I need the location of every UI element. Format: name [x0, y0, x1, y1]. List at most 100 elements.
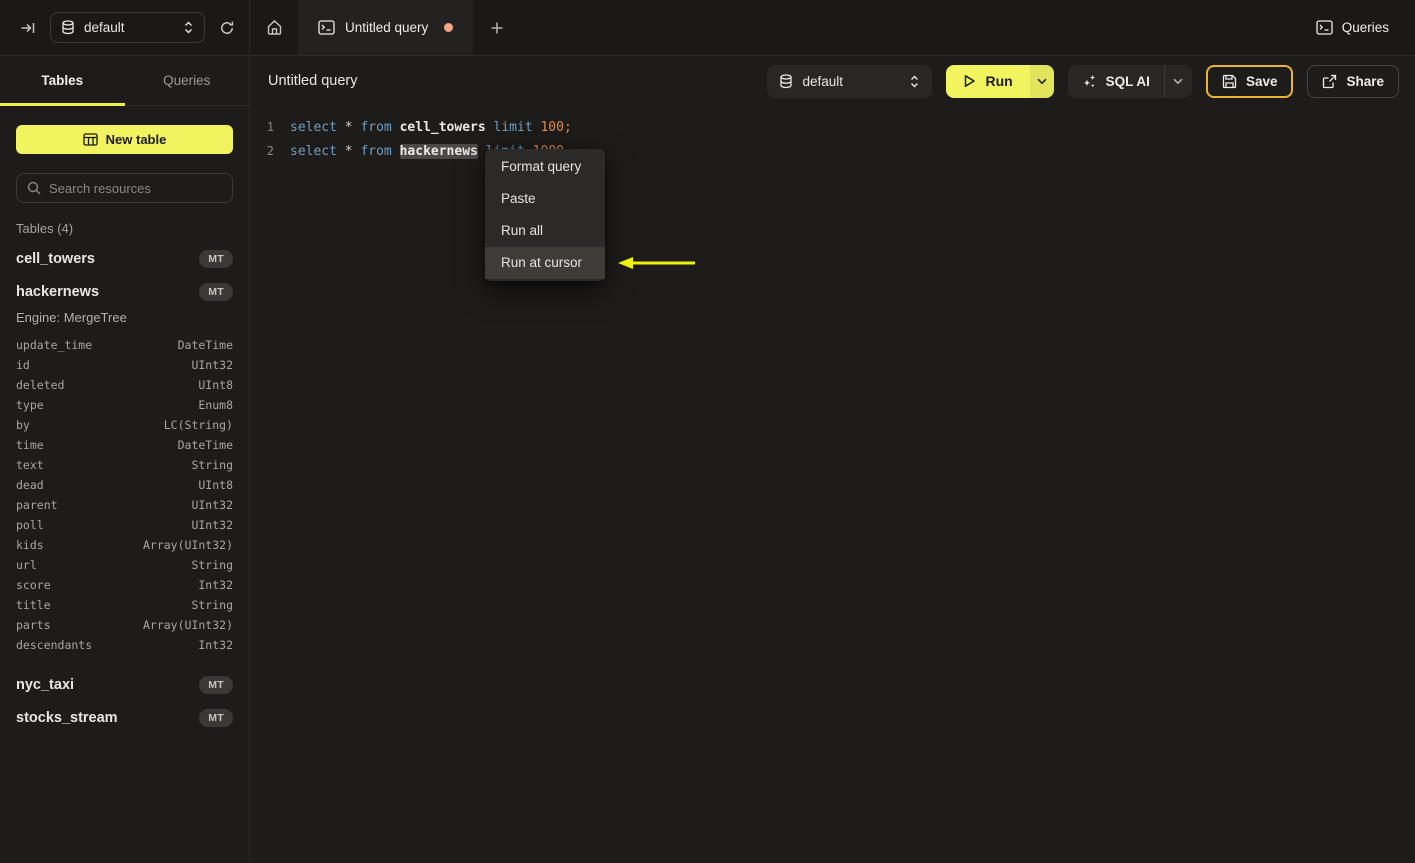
- engine-badge: MT: [199, 282, 233, 301]
- home-button[interactable]: [250, 0, 298, 55]
- queries-button[interactable]: Queries: [1316, 20, 1389, 35]
- menu-item-run-at-cursor[interactable]: Run at cursor: [485, 247, 605, 279]
- column-name: parent: [16, 498, 58, 512]
- column-row: time DateTime: [16, 435, 233, 455]
- database-selector-top-value: default: [84, 20, 125, 35]
- run-button[interactable]: Run: [946, 64, 1030, 98]
- code-token: limit: [485, 119, 541, 135]
- save-icon: [1222, 74, 1237, 89]
- sql-ai-options-button[interactable]: [1163, 64, 1192, 98]
- table-row[interactable]: cell_towers MT: [16, 242, 233, 275]
- menu-item-paste[interactable]: Paste: [485, 183, 605, 215]
- column-name: title: [16, 598, 51, 612]
- tables-panel: Tables (4) cell_towers MT hackernews MT Engi…: [0, 203, 249, 734]
- sidebar-tab-tables-label: Tables: [41, 73, 84, 88]
- column-type: Enum8: [198, 398, 233, 412]
- table-name: nyc_taxi: [16, 676, 75, 693]
- updown-chevron-icon: [909, 75, 920, 88]
- column-type: Int32: [198, 638, 233, 652]
- menu-item-format-query[interactable]: Format query: [485, 151, 605, 183]
- tab-untitled-query[interactable]: Untitled query: [298, 0, 474, 55]
- column-row: poll UInt32: [16, 515, 233, 535]
- collapse-sidebar-button[interactable]: [20, 20, 36, 36]
- column-row: type Enum8: [16, 395, 233, 415]
- table-row[interactable]: nyc_taxi MT: [16, 668, 233, 701]
- code-token: from: [360, 143, 400, 159]
- code-token: hackernews: [399, 143, 478, 159]
- code-text: select * from cell_towers limit 100;: [290, 120, 572, 135]
- code-token: *: [344, 143, 361, 159]
- column-name: parts: [16, 618, 51, 632]
- refresh-button[interactable]: [219, 20, 235, 36]
- run-options-button[interactable]: [1029, 64, 1054, 98]
- code-line[interactable]: 1 select * from cell_towers limit 100;: [250, 115, 1415, 139]
- code-token: cell_towers: [399, 119, 486, 135]
- column-type: UInt8: [198, 478, 233, 492]
- sql-ai-split-button: SQL AI: [1067, 64, 1192, 98]
- sidebar-tabs: Tables Queries: [0, 56, 249, 106]
- share-icon: [1322, 74, 1337, 89]
- new-table-button[interactable]: New table: [16, 125, 233, 154]
- sql-editor[interactable]: 1 select * from cell_towers limit 100; 2 se…: [250, 106, 1415, 163]
- sidebar-tab-queries[interactable]: Queries: [125, 56, 250, 105]
- column-type: DateTime: [177, 338, 233, 352]
- database-icon: [61, 20, 75, 35]
- menu-item-run-all[interactable]: Run all: [485, 215, 605, 247]
- new-table-button-label: New table: [105, 132, 167, 147]
- context-menu: Format query Paste Run all Run at cursor: [485, 149, 605, 281]
- column-type: String: [191, 598, 233, 612]
- save-button[interactable]: Save: [1205, 64, 1294, 98]
- tables-section-label: Tables (4): [16, 221, 74, 236]
- engine-badge: MT: [199, 708, 233, 727]
- column-name: deleted: [16, 378, 65, 392]
- table-row[interactable]: hackernews MT: [16, 275, 233, 308]
- play-icon: [963, 74, 976, 88]
- column-type: UInt32: [191, 518, 233, 532]
- new-tab-button[interactable]: [473, 0, 521, 55]
- code-token: *: [344, 119, 361, 135]
- search-input[interactable]: [49, 180, 222, 196]
- share-button[interactable]: Share: [1307, 64, 1399, 98]
- columns-list: update_time DateTime id UInt32 deleted UInt8 t…: [16, 335, 233, 655]
- column-type: Int32: [198, 578, 233, 592]
- column-name: kids: [16, 538, 44, 552]
- column-row: title String: [16, 595, 233, 615]
- database-selector-toolbar[interactable]: default: [767, 64, 933, 98]
- run-button-label: Run: [985, 73, 1013, 89]
- column-row: id UInt32: [16, 355, 233, 375]
- top-bar-left: default: [0, 0, 250, 55]
- page-title: Untitled query: [268, 73, 358, 89]
- code-token: 100;: [540, 119, 572, 135]
- column-row: update_time DateTime: [16, 335, 233, 355]
- sql-ai-button[interactable]: SQL AI: [1067, 64, 1164, 98]
- column-type: UInt32: [191, 358, 233, 372]
- annotation-arrow: [618, 256, 698, 270]
- chevron-down-icon: [1037, 78, 1047, 85]
- column-type: String: [191, 558, 233, 572]
- sidebar-tab-tables[interactable]: Tables: [0, 56, 125, 106]
- column-row: descendants Int32: [16, 635, 233, 655]
- unsaved-dot: [444, 23, 454, 32]
- code-token: select: [290, 143, 345, 159]
- column-row: parent UInt32: [16, 495, 233, 515]
- column-row: score Int32: [16, 575, 233, 595]
- table-row[interactable]: stocks_stream MT: [16, 701, 233, 734]
- column-type: Array(UInt32): [142, 618, 233, 632]
- sidebar: Tables Queries New table Search resource…: [0, 56, 250, 862]
- code-line[interactable]: 2select * from hackernews limit 1000: [250, 139, 1415, 163]
- column-row: url String: [16, 555, 233, 575]
- column-type: UInt8: [198, 378, 233, 392]
- column-row: dead UInt8: [16, 475, 233, 495]
- line-number: 2: [266, 144, 274, 158]
- column-name: type: [16, 398, 44, 412]
- query-header: Untitled query default Run SQL AI Save S…: [250, 56, 1415, 106]
- column-row: kids Array(UInt32): [16, 535, 233, 555]
- database-selector-top[interactable]: default: [50, 12, 205, 43]
- column-type: String: [191, 458, 233, 472]
- code-token: from: [360, 119, 400, 135]
- column-name: time: [16, 438, 44, 452]
- share-button-label: Share: [1346, 73, 1384, 89]
- plus-icon: [490, 21, 504, 35]
- column-name: by: [16, 418, 30, 432]
- top-bar-right: Queries: [1316, 0, 1415, 55]
